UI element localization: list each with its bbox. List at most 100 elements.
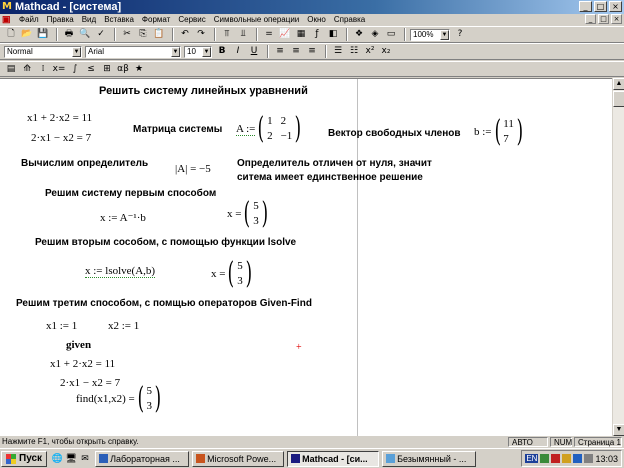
copy-icon[interactable]: ⎘ bbox=[136, 28, 150, 41]
menu-window[interactable]: Окно bbox=[303, 15, 330, 24]
vector-definition[interactable]: b := ( 11 7 ) bbox=[474, 117, 526, 147]
programming-palette-icon[interactable]: ⊞ bbox=[100, 63, 114, 76]
doc-close-button[interactable]: × bbox=[611, 14, 622, 24]
method-3-label[interactable]: Решим третим способом, с помщью оператор… bbox=[16, 298, 312, 309]
help-icon[interactable]: ? bbox=[453, 28, 467, 41]
find-result[interactable]: find(x1,x2) = ( 5 3 ) bbox=[76, 384, 164, 414]
greek-palette-icon[interactable]: αβ bbox=[116, 63, 130, 76]
determinant-label[interactable]: Вычислим определитель bbox=[21, 158, 148, 169]
method-1-expression[interactable]: x := A⁻¹·b bbox=[100, 211, 146, 224]
close-button[interactable]: × bbox=[609, 1, 622, 12]
bullets-icon[interactable]: ☰ bbox=[331, 45, 345, 58]
task-word[interactable]: Лабораторная ... bbox=[95, 450, 190, 467]
insert-matrix-icon[interactable]: ▦ bbox=[294, 28, 308, 41]
calculate-icon[interactable]: = bbox=[262, 28, 276, 41]
method-1-result[interactable]: x = ( 5 3 ) bbox=[227, 199, 270, 229]
init-x1[interactable]: x1 := 1 bbox=[46, 320, 77, 332]
determinant-note-line-1[interactable]: Определитель отличен от нуля, значит bbox=[237, 158, 432, 169]
tray-app-icon[interactable] bbox=[540, 454, 550, 463]
insert-function-icon[interactable]: ƒ bbox=[310, 28, 324, 41]
align-center-icon[interactable]: ≡ bbox=[289, 45, 303, 58]
equation-1[interactable]: x1 + 2·x2 = 11 bbox=[27, 112, 92, 124]
calculus-palette-icon[interactable]: ∫ bbox=[68, 63, 82, 76]
font-select[interactable]: Arial ▼ bbox=[85, 45, 181, 58]
determinant-note-line-2[interactable]: ситема имеет единственное решение bbox=[237, 172, 423, 183]
cut-icon[interactable]: ✂ bbox=[120, 28, 134, 41]
init-x2[interactable]: x2 := 1 bbox=[108, 320, 139, 332]
menu-tools[interactable]: Сервис bbox=[174, 15, 209, 24]
align-right-icon[interactable]: ≡ bbox=[305, 45, 319, 58]
menu-file[interactable]: Файл bbox=[15, 15, 43, 24]
underline-button[interactable]: U bbox=[247, 45, 261, 58]
document-icon[interactable]: ▣ bbox=[2, 14, 12, 25]
vector-label[interactable]: Вектор свободных членов bbox=[328, 128, 461, 139]
calculator-palette-icon[interactable]: ▤ bbox=[4, 63, 18, 76]
open-icon[interactable]: 📂 bbox=[20, 28, 34, 41]
insert-component-icon[interactable]: ❖ bbox=[352, 28, 366, 41]
scroll-down-icon[interactable]: ▼ bbox=[613, 424, 624, 436]
align-bottom-icon[interactable]: ⫫ bbox=[236, 28, 250, 41]
spellcheck-icon[interactable]: ✓ bbox=[94, 28, 108, 41]
font-size-select[interactable]: 10 ▼ bbox=[184, 45, 212, 58]
insert-unit-icon[interactable]: ◧ bbox=[326, 28, 340, 41]
new-icon[interactable]: 🗋 bbox=[4, 28, 18, 41]
menu-insert[interactable]: Вставка bbox=[100, 15, 138, 24]
maximize-button[interactable]: □ bbox=[594, 1, 607, 12]
undo-icon[interactable]: ↶ bbox=[178, 28, 192, 41]
matrix-definition[interactable]: A := ( 1 2 2 −1 ) bbox=[236, 114, 304, 144]
given-keyword[interactable]: given bbox=[66, 339, 91, 351]
chevron-down-icon[interactable]: ▼ bbox=[440, 29, 449, 40]
method-1-label[interactable]: Решим систему первым способом bbox=[45, 188, 216, 199]
italic-button[interactable]: I bbox=[231, 45, 245, 58]
menu-help[interactable]: Справка bbox=[330, 15, 369, 24]
menu-edit[interactable]: Правка bbox=[43, 15, 78, 24]
matrix-label[interactable]: Матрица системы bbox=[133, 124, 222, 135]
align-top-icon[interactable]: ⫪ bbox=[220, 28, 234, 41]
boolean-palette-icon[interactable]: ≤ bbox=[84, 63, 98, 76]
browser-icon[interactable]: 🌐 bbox=[51, 453, 63, 465]
task-powerpoint[interactable]: Microsoft Powe... bbox=[192, 450, 285, 467]
heading-text[interactable]: Решить систему линейных уравнений bbox=[99, 85, 308, 97]
matrix-palette-icon[interactable]: ⁞ bbox=[36, 63, 50, 76]
desktop-icon[interactable]: 🖥 bbox=[65, 453, 77, 465]
chevron-down-icon[interactable]: ▼ bbox=[72, 46, 81, 57]
worksheet[interactable]: Решить систему линейных уравнений x1 + 2… bbox=[0, 78, 612, 437]
tray-app-icon[interactable] bbox=[573, 454, 583, 463]
window-titlebar[interactable]: M Mathcad - [система] _ □ × bbox=[0, 0, 624, 14]
insert-graph-icon[interactable]: 📈 bbox=[278, 28, 292, 41]
tray-app-icon[interactable] bbox=[562, 454, 572, 463]
zoom-select[interactable]: 100% ▼ bbox=[410, 28, 450, 41]
resources-icon[interactable]: ◈ bbox=[368, 28, 382, 41]
print-icon[interactable]: 🖶 bbox=[62, 28, 76, 41]
paste-icon[interactable]: 📋 bbox=[152, 28, 166, 41]
task-mathcad[interactable]: Mathcad - [си... bbox=[287, 450, 380, 467]
style-select[interactable]: Normal ▼ bbox=[4, 45, 82, 58]
language-indicator[interactable]: EN bbox=[525, 454, 539, 463]
minimize-button[interactable]: _ bbox=[579, 1, 592, 12]
menu-symbolics[interactable]: Символьные операции bbox=[210, 15, 304, 24]
subscript-icon[interactable]: x₂ bbox=[379, 45, 393, 58]
method-2-label[interactable]: Решим вторым сособом, с помощью функции … bbox=[35, 237, 296, 248]
tray-app-icon[interactable] bbox=[551, 454, 561, 463]
doc-minimize-button[interactable]: _ bbox=[585, 14, 596, 24]
determinant-expression[interactable]: |A| = −5 bbox=[175, 163, 211, 175]
align-left-icon[interactable]: ≡ bbox=[273, 45, 287, 58]
numbering-icon[interactable]: ☷ bbox=[347, 45, 361, 58]
doc-restore-button[interactable]: □ bbox=[598, 14, 609, 24]
bold-button[interactable]: B bbox=[215, 45, 229, 58]
region-icon[interactable]: ▭ bbox=[384, 28, 398, 41]
scroll-thumb[interactable] bbox=[613, 91, 624, 107]
superscript-icon[interactable]: x² bbox=[363, 45, 377, 58]
task-paint[interactable]: Безымянный - ... bbox=[382, 450, 477, 467]
menu-format[interactable]: Формат bbox=[138, 15, 174, 24]
preview-icon[interactable]: 🔍 bbox=[78, 28, 92, 41]
chevron-down-icon[interactable]: ▼ bbox=[171, 46, 180, 57]
menu-view[interactable]: Вид bbox=[78, 15, 100, 24]
start-button[interactable]: Пуск bbox=[1, 450, 48, 467]
save-icon[interactable]: 💾 bbox=[36, 28, 50, 41]
method-2-result[interactable]: x = ( 5 3 ) bbox=[211, 259, 254, 289]
given-equation-1[interactable]: x1 + 2·x2 = 11 bbox=[50, 358, 115, 370]
evaluation-palette-icon[interactable]: x= bbox=[52, 63, 66, 76]
graph-palette-icon[interactable]: ⟰ bbox=[20, 63, 34, 76]
volume-icon[interactable] bbox=[584, 454, 594, 463]
